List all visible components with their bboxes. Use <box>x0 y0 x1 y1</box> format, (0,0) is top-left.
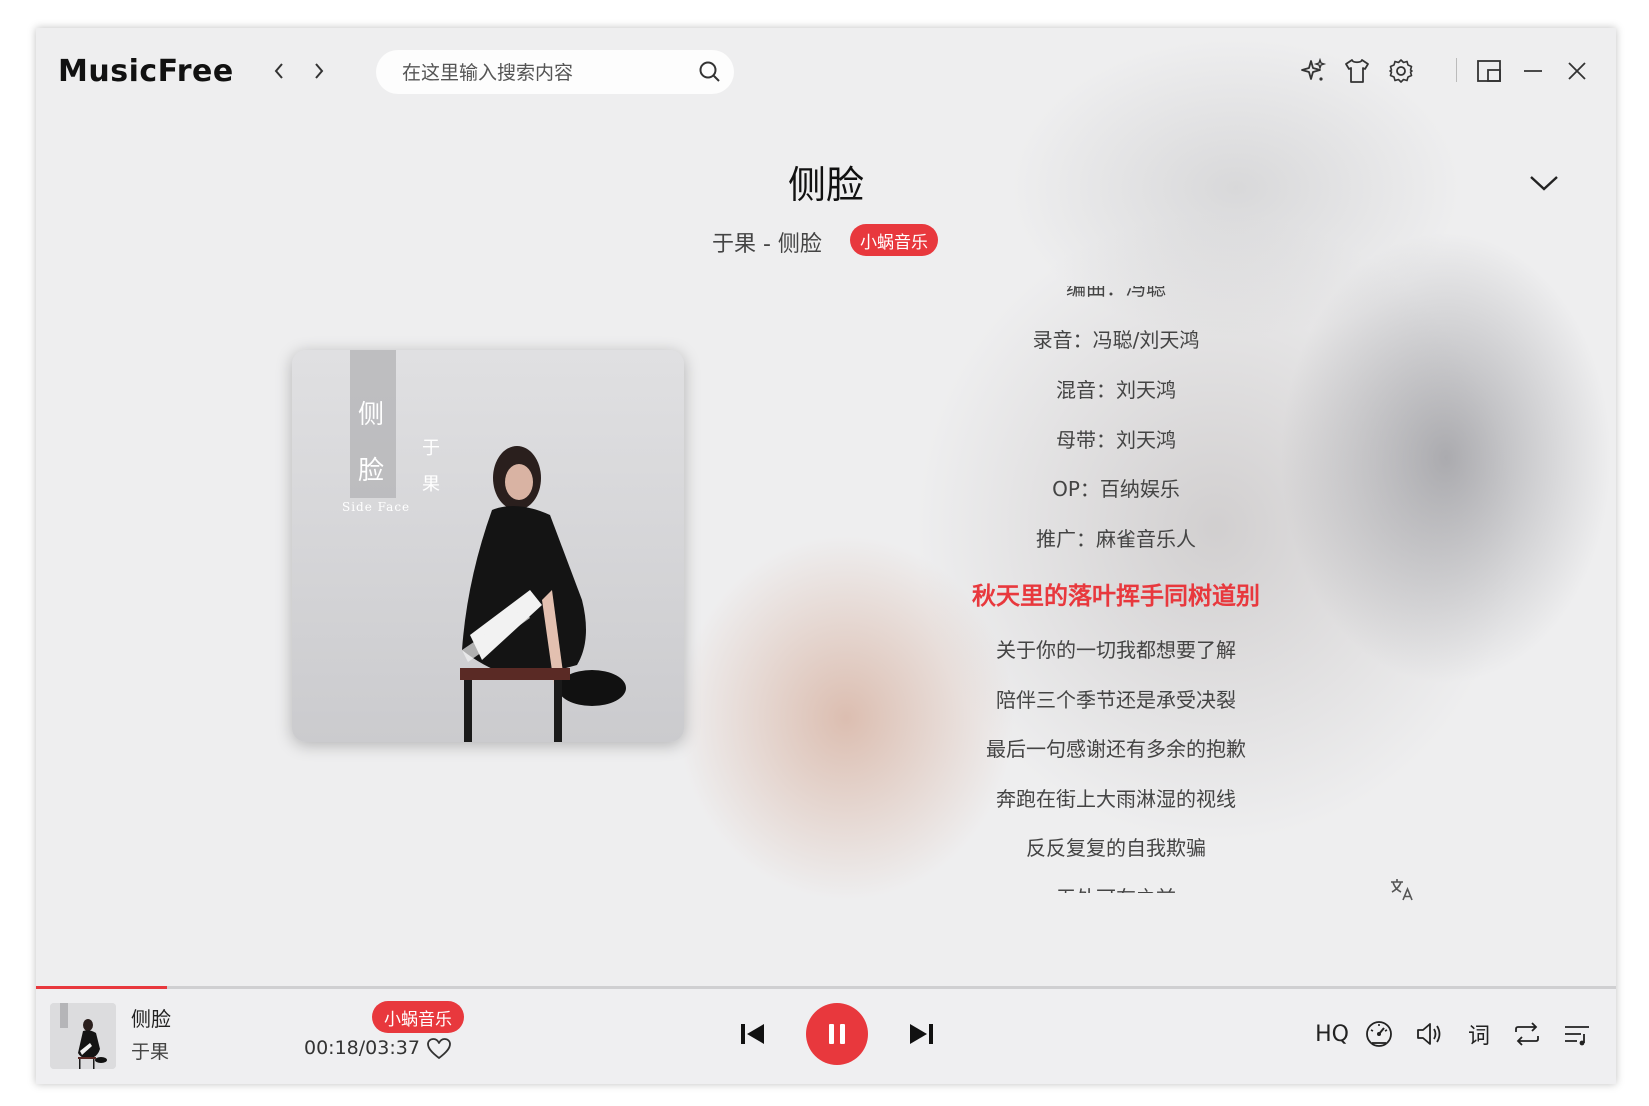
player-song-title[interactable]: 侧脸 <box>131 1003 171 1032</box>
speedometer-icon <box>1366 1021 1392 1047</box>
album-artist-char-2: 果 <box>422 474 440 495</box>
next-button[interactable] <box>904 1017 938 1051</box>
repeat-button[interactable] <box>1510 1017 1544 1051</box>
search-input[interactable] <box>400 50 684 96</box>
heart-icon <box>427 1038 451 1059</box>
player-artist[interactable]: 于果 <box>131 1037 169 1064</box>
playlist-icon <box>1565 1026 1589 1046</box>
lyric-line-active[interactable]: 秋天里的落叶挥手同树道别 <box>856 576 1376 611</box>
collapse-button[interactable] <box>1526 168 1562 198</box>
lyric-line[interactable]: 陪伴三个季节还是承受决裂 <box>856 684 1376 713</box>
lyrics-panel[interactable]: 编曲：冯聪 录音：冯聪/刘天鸿 混音：刘天鸿 母带：刘天鸿 OP：百纳娱乐 推广… <box>856 276 1376 916</box>
lyric-line[interactable]: 最后一句感谢还有多余的抱歉 <box>856 733 1376 762</box>
album-title-char-1: 侧 <box>358 400 385 430</box>
forward-button[interactable] <box>306 58 332 84</box>
lyric-line[interactable]: 混音：刘天鸿 <box>856 374 1376 403</box>
player-time: 00:18/03:37 <box>304 1037 420 1059</box>
player-source-badge: 小蜗音乐 <box>372 1001 464 1033</box>
gear-icon <box>1389 59 1413 83</box>
chevron-left-icon <box>274 63 283 79</box>
playlist-button[interactable] <box>1560 1017 1594 1051</box>
app-window: MusicFree 侧脸 于果 - 侧脸 小蜗音乐 <box>36 28 1616 1084</box>
lyric-line[interactable]: 反反复复的自我欺骗 <box>856 832 1376 861</box>
thumbnail-artwork <box>50 1003 116 1069</box>
chevron-right-icon <box>315 63 324 79</box>
pause-button[interactable] <box>806 1003 868 1065</box>
quality-button[interactable]: HQ <box>1310 1017 1354 1051</box>
lyric-line[interactable]: 奔跑在街上大雨淋湿的视线 <box>856 783 1376 812</box>
volume-button[interactable] <box>1412 1017 1446 1051</box>
minimize-icon <box>1524 70 1542 72</box>
lyric-line[interactable]: 母带：刘天鸿 <box>856 424 1376 453</box>
skip-next-icon <box>910 1024 933 1044</box>
favorite-button[interactable] <box>426 1036 452 1062</box>
mini-window-button[interactable] <box>1474 56 1504 86</box>
tshirt-icon <box>1345 59 1369 83</box>
lyric-line-partial-top[interactable]: 编曲：冯聪 <box>856 286 1376 301</box>
album-english-title: Side Face <box>342 500 411 514</box>
lyric-line[interactable]: OP：百纳娱乐 <box>856 473 1376 502</box>
album-artwork <box>292 350 684 742</box>
lyric-line-partial-bottom[interactable]: 无处可在之前 <box>856 882 1376 893</box>
previous-button[interactable] <box>736 1017 770 1051</box>
sparkle-icon <box>1301 57 1327 81</box>
volume-icon <box>1417 1023 1441 1045</box>
skip-previous-icon <box>741 1024 764 1044</box>
speed-button[interactable] <box>1362 1017 1396 1051</box>
translate-icon <box>1391 879 1413 901</box>
lyric-line[interactable]: 录音：冯聪/刘天鸿 <box>856 324 1376 353</box>
lyric-toggle-button[interactable]: 词 <box>1464 1017 1494 1051</box>
toolbar-divider <box>1456 58 1457 82</box>
pause-icon <box>829 1024 845 1044</box>
sparkle-button[interactable] <box>1298 56 1328 86</box>
repeat-icon <box>1515 1022 1539 1046</box>
lyric-line[interactable]: 推广：麻雀音乐人 <box>856 523 1376 552</box>
translate-button[interactable] <box>1388 876 1416 904</box>
search-icon[interactable] <box>698 60 722 84</box>
close-button[interactable] <box>1562 56 1592 86</box>
app-logo: MusicFree <box>58 54 234 89</box>
theme-button[interactable] <box>1342 56 1372 86</box>
song-subtitle: 于果 - 侧脸 <box>712 232 822 257</box>
album-title-char-2: 脸 <box>358 456 385 486</box>
back-button[interactable] <box>266 58 292 84</box>
album-artist-char-1: 于 <box>422 438 440 459</box>
album-thumbnail[interactable] <box>50 1003 116 1069</box>
player-bar: 侧脸 于果 小蜗音乐 00:18/03:37 HQ 词 <box>36 989 1616 1084</box>
album-cover: 侧 脸 于 果 Side Face <box>292 350 684 742</box>
lyric-line[interactable]: 关于你的一切我都想要了解 <box>856 634 1376 663</box>
close-icon <box>1568 62 1586 80</box>
mini-window-icon <box>1477 60 1501 82</box>
source-badge: 小蜗音乐 <box>850 224 938 256</box>
song-title: 侧脸 <box>787 163 864 207</box>
minimize-button[interactable] <box>1518 56 1548 86</box>
search-box[interactable] <box>376 50 734 96</box>
chevron-down-icon <box>1530 176 1558 191</box>
settings-button[interactable] <box>1386 56 1416 86</box>
